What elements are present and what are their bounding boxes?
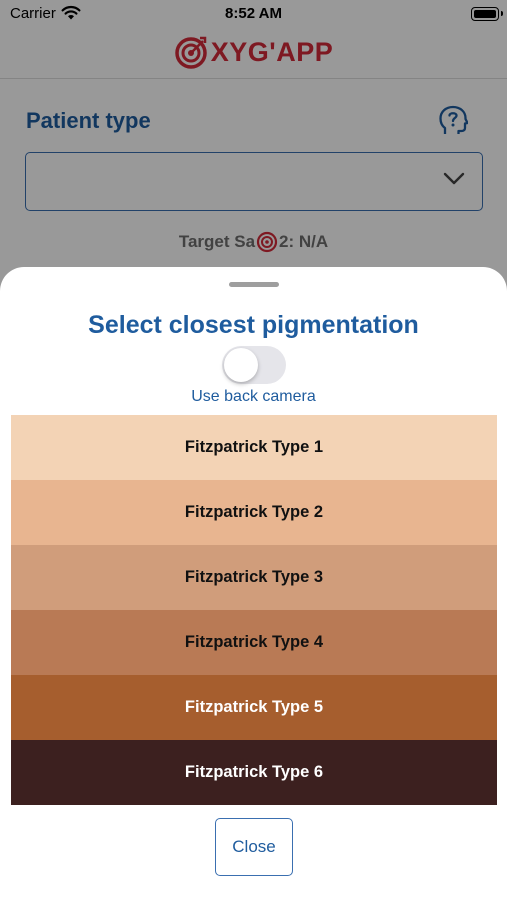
fitzpatrick-type-5-option[interactable]: Fitzpatrick Type 5 (11, 675, 497, 740)
fitzpatrick-type-6-option[interactable]: Fitzpatrick Type 6 (11, 740, 497, 805)
sheet-grabber[interactable] (229, 282, 279, 287)
back-camera-toggle[interactable] (222, 346, 286, 384)
fitzpatrick-type-3-option[interactable]: Fitzpatrick Type 3 (11, 545, 497, 610)
fitzpatrick-type-label: Fitzpatrick Type 4 (184, 633, 324, 651)
fitzpatrick-type-2-option[interactable]: Fitzpatrick Type 2 (11, 480, 497, 545)
back-camera-label: Use back camera (191, 388, 316, 405)
fitzpatrick-type-1-option[interactable]: Fitzpatrick Type 1 (11, 415, 497, 480)
fitzpatrick-type-label: Fitzpatrick Type 1 (184, 438, 324, 456)
sheet-title: Select closest pigmentation (88, 311, 419, 339)
pigmentation-sheet: Select closest pigmentation Use back cam… (0, 267, 507, 900)
pigmentation-list: Fitzpatrick Type 1 Fitzpatrick Type 2 Fi… (11, 415, 497, 805)
fitzpatrick-type-label: Fitzpatrick Type 3 (184, 568, 324, 586)
toggle-knob (224, 348, 258, 382)
fitzpatrick-type-label: Fitzpatrick Type 5 (184, 698, 324, 716)
fitzpatrick-type-4-option[interactable]: Fitzpatrick Type 4 (11, 610, 497, 675)
close-button-label: Close (232, 837, 276, 856)
close-button[interactable]: Close (215, 818, 293, 876)
fitzpatrick-type-label: Fitzpatrick Type 6 (184, 763, 324, 781)
fitzpatrick-type-label: Fitzpatrick Type 2 (184, 503, 324, 521)
